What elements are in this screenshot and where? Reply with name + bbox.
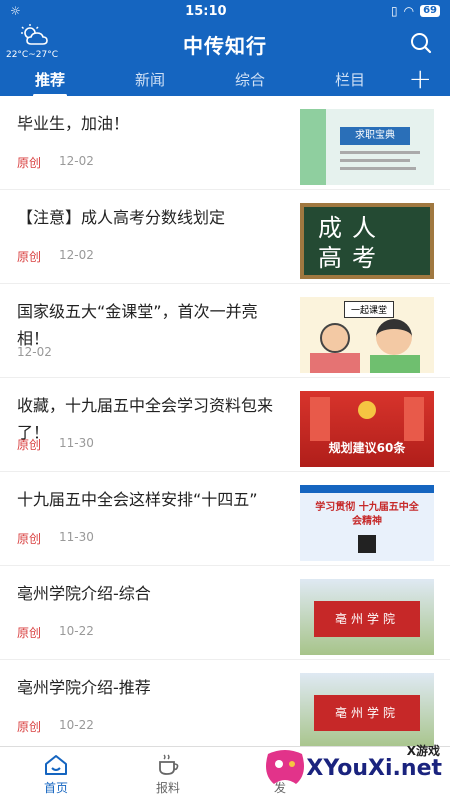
list-item[interactable]: 亳州学院介绍-综合 原创 10-22 亳州学院 (0, 566, 450, 660)
tab-recommend[interactable]: 推荐 (0, 66, 100, 97)
list-item[interactable]: 收藏，十九届五中全会学习资料包来了！ 原创 11-30 规划建议60条 (0, 378, 450, 472)
tab-report-label: 报料 (155, 781, 180, 795)
thumb-caption: 一起课堂 (344, 301, 395, 318)
article-source: 原创 (17, 156, 42, 170)
article-thumbnail: 亳州学院 (300, 579, 434, 655)
watermark-brand: XYouXi.net (306, 756, 442, 781)
plus-icon: + (408, 62, 432, 95)
home-icon (45, 755, 67, 775)
gamepad-logo-icon (266, 750, 304, 784)
category-tabs: 推荐 新闻 综合 栏目 + (0, 64, 450, 97)
weather-cloud-sun-icon (21, 24, 48, 45)
status-time: 15:10 (185, 3, 227, 19)
article-title: 【注意】成人高考分数线划定 (17, 208, 226, 227)
search-button[interactable] (410, 32, 432, 58)
article-thumbnail: 规划建议60条 (300, 391, 434, 467)
weather-temp: 22°C~27°C (5, 50, 58, 60)
watermark: X游戏 XYouXi.net (262, 742, 442, 792)
thumb-caption: 亳州学院 (314, 695, 420, 731)
vibrate-icon: ▯ (390, 4, 398, 18)
article-list: 毕业生，加油！ 原创 12-02 求职宝典 【注意】成人高考分数线划定 原创 12-… (0, 96, 450, 746)
article-date: 12-02 (59, 248, 94, 262)
article-title: 十九届五中全会这样安排“十四五” (17, 490, 258, 509)
article-source: 原创 (17, 720, 42, 734)
article-date: 11-30 (59, 530, 94, 544)
article-date: 10-22 (59, 718, 94, 732)
article-source: 原创 (17, 626, 42, 640)
battery-icon: 69 (420, 5, 440, 17)
article-title: 亳州学院介绍-推荐 (17, 678, 151, 697)
list-item[interactable]: 国家级五大“金课堂”，首次一并亮相！ 12-02 一起课堂 (0, 284, 450, 378)
thumb-caption: 成人高考 (318, 214, 386, 272)
article-thumbnail: 亳州学院 (300, 673, 434, 746)
tab-news[interactable]: 新闻 (100, 66, 200, 90)
article-date: 12-02 (17, 345, 52, 359)
app-title: 中传知行 (183, 33, 267, 58)
tab-label: 综合 (234, 71, 265, 89)
thumb-caption: 亳州学院 (314, 601, 420, 637)
tab-columns[interactable]: 栏目 (300, 66, 400, 90)
tab-home-label: 首页 (43, 781, 68, 795)
article-thumbnail: 学习贯彻 十九届五中全会精神 (300, 485, 434, 561)
tab-label: 栏目 (334, 71, 365, 89)
tab-report[interactable]: 报料 (112, 747, 224, 800)
tab-label: 推荐 (34, 71, 65, 89)
list-item[interactable]: 毕业生，加油！ 原创 12-02 求职宝典 (0, 96, 450, 190)
article-title: 国家级五大“金课堂”，首次一并亮相！ (17, 302, 258, 348)
article-source: 原创 (17, 438, 42, 452)
article-title: 亳州学院介绍-综合 (17, 584, 151, 603)
article-date: 11-30 (59, 436, 94, 450)
list-item[interactable]: 亳州学院介绍-推荐 原创 10-22 亳州学院 (0, 660, 450, 746)
tab-general[interactable]: 综合 (200, 66, 300, 90)
article-thumbnail: 成人高考 (300, 203, 434, 279)
search-icon (411, 33, 432, 54)
article-title: 毕业生，加油！ (17, 114, 130, 133)
article-source: 原创 (17, 250, 42, 264)
tab-label: 新闻 (134, 71, 165, 89)
article-date: 12-02 (59, 154, 94, 168)
tab-home[interactable]: 首页 (0, 747, 112, 800)
status-bar: ☼ 15:10 ▯ ◠ 69 (0, 0, 450, 22)
article-thumbnail: 求职宝典 (300, 109, 434, 185)
article-date: 10-22 (59, 624, 94, 638)
article-thumbnail: 一起课堂 (300, 297, 434, 373)
app-header: 22°C~27°C 中传知行 (0, 22, 450, 66)
thumb-caption: 求职宝典 (340, 127, 410, 145)
article-source: 原创 (17, 532, 42, 546)
brightness-icon: ☼ (10, 4, 21, 18)
weather-widget[interactable]: 22°C~27°C (6, 24, 60, 60)
thumb-caption: 学习贯彻 十九届五中全会精神 (315, 502, 419, 527)
wifi-icon: ◠ (403, 4, 415, 18)
thumb-caption: 规划建议60条 (328, 441, 406, 455)
add-channel-button[interactable]: + (409, 64, 432, 94)
list-item[interactable]: 【注意】成人高考分数线划定 原创 12-02 成人高考 (0, 190, 450, 284)
coffee-icon (159, 754, 179, 775)
list-item[interactable]: 十九届五中全会这样安排“十四五” 原创 11-30 学习贯彻 十九届五中全会精神 (0, 472, 450, 566)
